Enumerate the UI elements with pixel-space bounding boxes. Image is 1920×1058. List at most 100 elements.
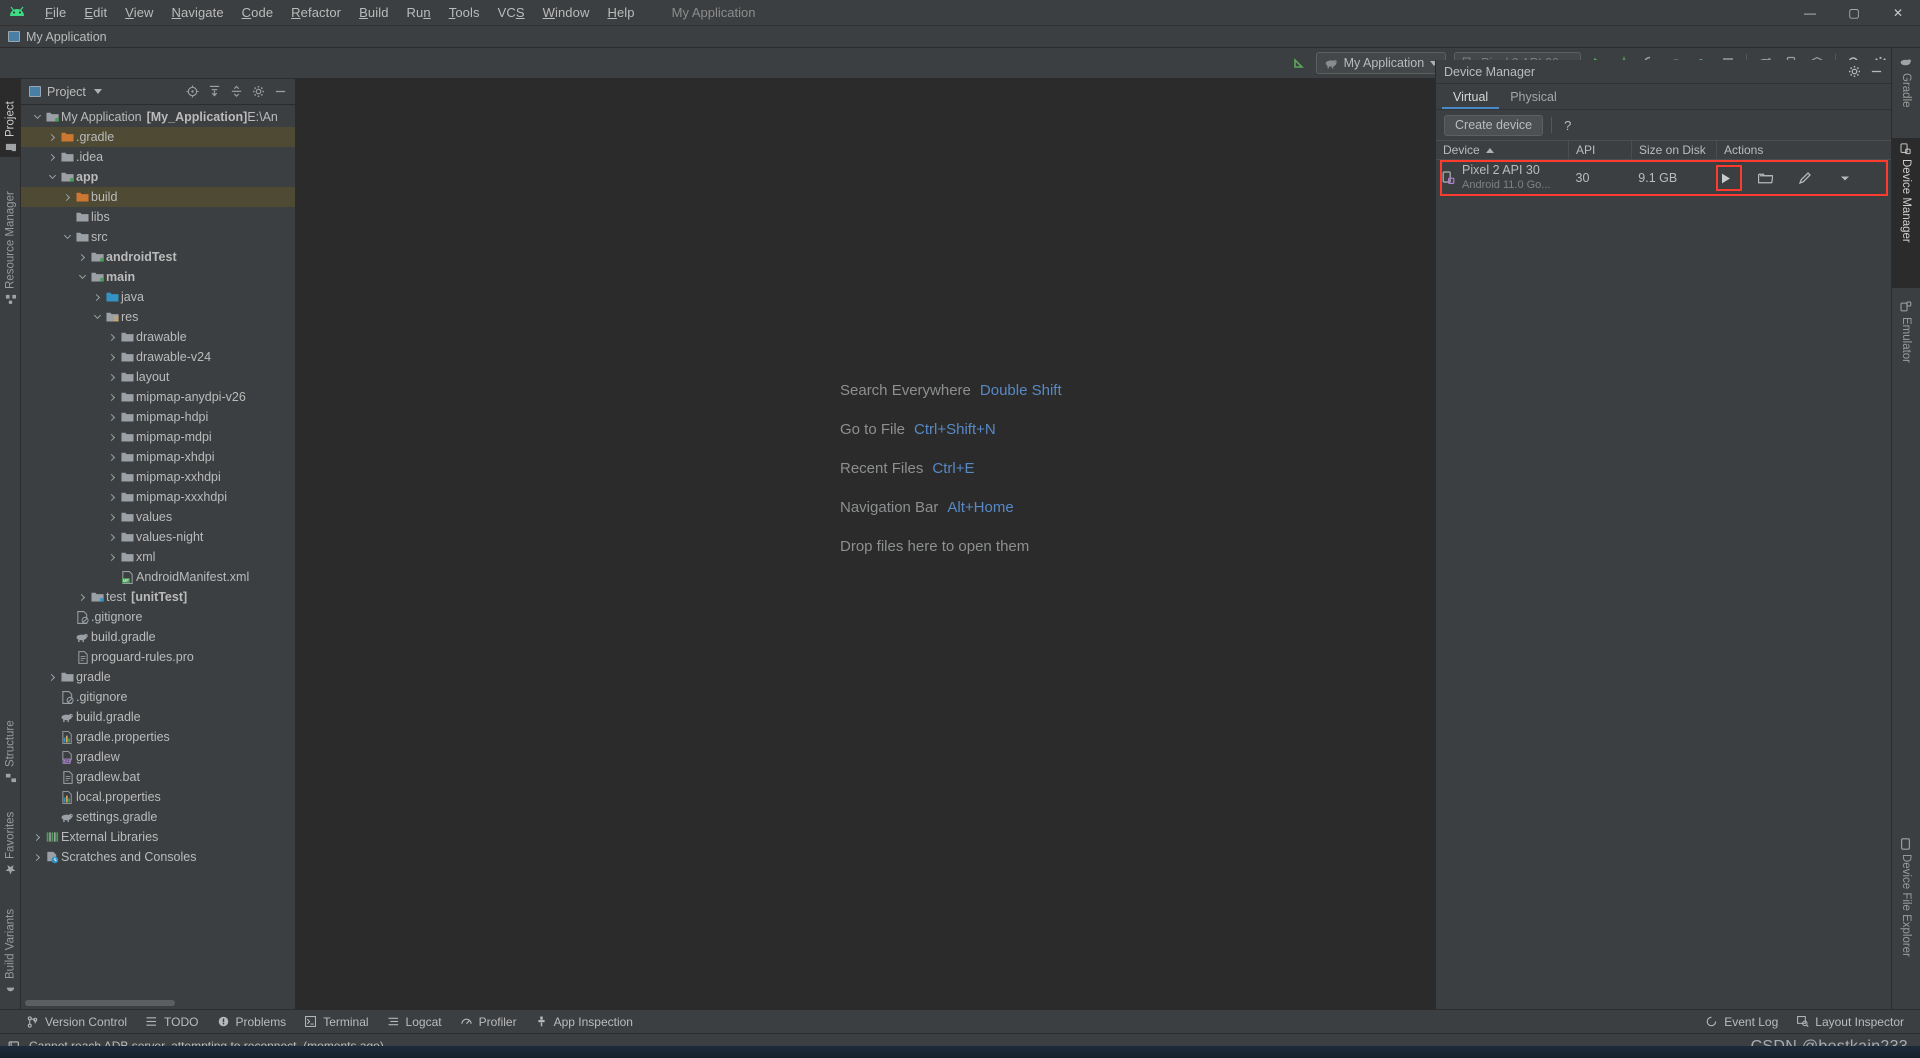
chevron-right-icon[interactable] bbox=[106, 507, 119, 527]
edit-pencil-icon[interactable] bbox=[1796, 169, 1814, 187]
sidebar-item-favorites[interactable]: Favorites bbox=[0, 791, 21, 879]
tree-node[interactable]: build.gradle bbox=[21, 627, 295, 647]
sidebar-item-emulator[interactable]: Emulator bbox=[1892, 296, 1920, 400]
menu-help[interactable]: Help bbox=[598, 3, 643, 22]
chevron-right-icon[interactable] bbox=[106, 467, 119, 487]
tree-node[interactable]: mipmap-xxxhdpi bbox=[21, 487, 295, 507]
chevron-right-icon[interactable] bbox=[106, 387, 119, 407]
minimize-button[interactable]: — bbox=[1788, 0, 1832, 26]
chevron-down-icon[interactable] bbox=[1836, 169, 1854, 187]
tree-node[interactable]: drawable bbox=[21, 327, 295, 347]
menu-code[interactable]: Code bbox=[233, 3, 283, 22]
folder-icon[interactable] bbox=[1756, 169, 1774, 187]
tree-node[interactable]: libs bbox=[21, 207, 295, 227]
tool-app-inspection[interactable]: App Inspection bbox=[531, 1015, 647, 1029]
tree-node[interactable]: .gitignore bbox=[21, 607, 295, 627]
chevron-right-icon[interactable] bbox=[46, 667, 59, 687]
tree-node[interactable]: Scratches and Consoles bbox=[21, 847, 295, 867]
tool-todo[interactable]: TODO bbox=[141, 1015, 212, 1029]
tool-profiler[interactable]: Profiler bbox=[456, 1015, 531, 1029]
help-icon[interactable]: ? bbox=[1560, 118, 1575, 133]
tree-node[interactable]: xml bbox=[21, 547, 295, 567]
tree-node[interactable]: My Application [My_Application] E:\An bbox=[21, 107, 295, 127]
tree-node[interactable]: layout bbox=[21, 367, 295, 387]
tree-node[interactable]: build bbox=[21, 187, 295, 207]
tree-node[interactable]: values-night bbox=[21, 527, 295, 547]
chevron-right-icon[interactable] bbox=[61, 187, 74, 207]
chevron-down-icon[interactable] bbox=[91, 307, 104, 327]
chevron-right-icon[interactable] bbox=[46, 147, 59, 167]
menu-refactor[interactable]: Refactor bbox=[282, 3, 350, 22]
chevron-right-icon[interactable] bbox=[76, 587, 89, 607]
close-button[interactable]: ✕ bbox=[1876, 0, 1920, 26]
chevron-right-icon[interactable] bbox=[106, 487, 119, 507]
tree-node[interactable]: .idea bbox=[21, 147, 295, 167]
chevron-down-icon[interactable] bbox=[31, 107, 44, 127]
tree-node[interactable]: gradle bbox=[21, 667, 295, 687]
chevron-right-icon[interactable] bbox=[46, 127, 59, 147]
sidebar-item-build-variants[interactable]: Build Variants bbox=[0, 883, 21, 999]
sidebar-item-device-file-explorer[interactable]: Device File Explorer bbox=[1892, 833, 1920, 985]
chevron-right-icon[interactable] bbox=[31, 847, 44, 867]
chevron-right-icon[interactable] bbox=[106, 447, 119, 467]
tree-node[interactable]: test [unitTest] bbox=[21, 587, 295, 607]
menu-view[interactable]: View bbox=[116, 3, 162, 22]
tree-node[interactable]: .gradle bbox=[21, 127, 295, 147]
create-device-button[interactable]: Create device bbox=[1444, 114, 1544, 136]
column-header-api[interactable]: API bbox=[1569, 140, 1632, 160]
chevron-down-icon[interactable] bbox=[46, 167, 59, 187]
chevron-right-icon[interactable] bbox=[91, 287, 104, 307]
sidebar-item-gradle[interactable]: Gradle bbox=[1892, 52, 1920, 136]
project-horizontal-scrollbar[interactable] bbox=[25, 1000, 175, 1006]
chevron-right-icon[interactable] bbox=[106, 407, 119, 427]
project-gear-icon[interactable] bbox=[247, 81, 269, 103]
tree-node[interactable]: values bbox=[21, 507, 295, 527]
make-project-icon[interactable] bbox=[1286, 51, 1312, 75]
project-minimize-icon[interactable] bbox=[269, 81, 291, 103]
sidebar-item-project[interactable]: Project bbox=[0, 79, 21, 157]
table-row[interactable]: Pixel 2 API 30 Android 11.0 Go... 30 9.1… bbox=[1436, 160, 1891, 196]
tab-virtual[interactable]: Virtual bbox=[1442, 87, 1499, 109]
tree-node[interactable]: drawable-v24 bbox=[21, 347, 295, 367]
tree-node[interactable]: main bbox=[21, 267, 295, 287]
chevron-right-icon[interactable] bbox=[106, 547, 119, 567]
tree-node[interactable]: androidTest bbox=[21, 247, 295, 267]
chevron-right-icon[interactable] bbox=[106, 347, 119, 367]
column-header-actions[interactable]: Actions bbox=[1717, 140, 1891, 160]
sidebar-item-device-manager[interactable]: Device Manager bbox=[1892, 138, 1920, 288]
tree-node[interactable]: mipmap-anydpi-v26 bbox=[21, 387, 295, 407]
tree-node[interactable]: mipmap-xxhdpi bbox=[21, 467, 295, 487]
device-manager-gear-icon[interactable] bbox=[1843, 61, 1865, 83]
chevron-right-icon[interactable] bbox=[106, 527, 119, 547]
tree-node[interactable]: proguard-rules.pro bbox=[21, 647, 295, 667]
collapse-all-icon[interactable] bbox=[225, 81, 247, 103]
tree-node[interactable]: local.properties bbox=[21, 787, 295, 807]
tool-problems[interactable]: Problems bbox=[213, 1015, 301, 1029]
tree-node[interactable]: MF AndroidManifest.xml bbox=[21, 567, 295, 587]
tool-version-control[interactable]: Version Control bbox=[22, 1015, 141, 1029]
chevron-right-icon[interactable] bbox=[106, 367, 119, 387]
tree-node[interactable]: gradlew.bat bbox=[21, 767, 295, 787]
device-manager-minimize-icon[interactable] bbox=[1865, 61, 1887, 83]
tree-node[interactable]: res bbox=[21, 307, 295, 327]
column-header-device[interactable]: Device bbox=[1436, 140, 1569, 160]
tree-node[interactable]: gradle.properties bbox=[21, 727, 295, 747]
run-configuration-selector[interactable]: My Application bbox=[1315, 52, 1447, 74]
tab-physical[interactable]: Physical bbox=[1499, 87, 1568, 109]
menu-vcs[interactable]: VCS bbox=[489, 3, 534, 22]
tree-node[interactable]: java bbox=[21, 287, 295, 307]
chevron-down-icon[interactable] bbox=[61, 227, 74, 247]
menu-run[interactable]: Run bbox=[398, 3, 440, 22]
menu-file[interactable]: File bbox=[36, 3, 75, 22]
menu-navigate[interactable]: Navigate bbox=[163, 3, 233, 22]
tree-node[interactable]: mipmap-hdpi bbox=[21, 407, 295, 427]
menu-tools[interactable]: Tools bbox=[440, 3, 489, 22]
chevron-right-icon[interactable] bbox=[106, 327, 119, 347]
tree-node[interactable]: External Libraries bbox=[21, 827, 295, 847]
expand-all-icon[interactable] bbox=[203, 81, 225, 103]
tree-node[interactable]: mipmap-mdpi bbox=[21, 427, 295, 447]
tool-event-log[interactable]: Event Log bbox=[1701, 1015, 1792, 1029]
tree-node[interactable]: mipmap-xhdpi bbox=[21, 447, 295, 467]
play-icon[interactable] bbox=[1716, 165, 1742, 191]
chevron-right-icon[interactable] bbox=[106, 427, 119, 447]
